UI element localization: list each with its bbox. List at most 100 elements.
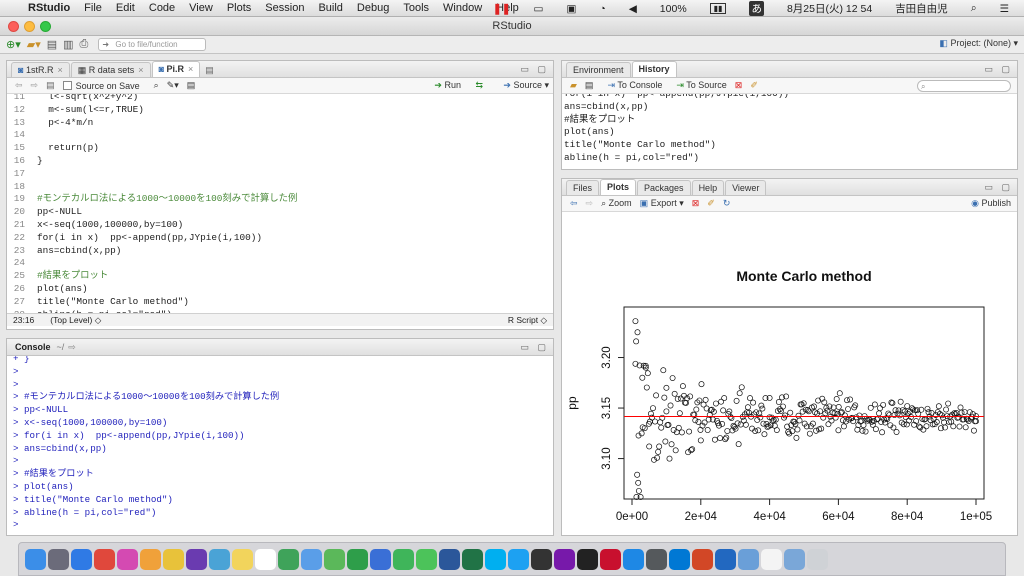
code-line[interactable]: 25 #結果をプロット [7,270,553,283]
word-icon[interactable] [439,548,460,570]
outlook-icon[interactable] [669,548,690,570]
itunes-icon[interactable] [117,548,138,570]
source-button[interactable]: ➔ Source ▾ [503,80,549,91]
rstudio-icon[interactable] [738,548,759,570]
compile-report-icon[interactable]: ▤ [187,80,196,91]
prev-plot-icon[interactable]: ⇦ [570,198,578,209]
notes-icon[interactable] [232,548,253,570]
code-line[interactable]: 16} [7,155,553,168]
history-entry[interactable]: ans=cbind(x,pp) [564,101,1017,114]
code-line[interactable]: 26 plot(ans) [7,283,553,296]
menu-plots[interactable]: Plots [227,2,251,14]
close-window-button[interactable] [8,21,19,32]
preview-icon[interactable] [209,548,230,570]
code-line[interactable]: 17 [7,168,553,181]
save-history-icon[interactable]: ▤ [585,80,594,91]
tab-packages[interactable]: Packages [637,180,691,195]
clear-history-icon[interactable]: ✐ [750,80,758,91]
history-list[interactable]: for(i in x) pp<-append(pp,JYpie(i,100))a… [562,88,1017,165]
menu-window[interactable]: Window [443,2,482,14]
twitter-icon[interactable] [508,548,529,570]
tab-environment[interactable]: Environment [566,62,631,77]
pane-window-controls[interactable]: ▭ ▢ [984,64,1013,75]
reader-icon[interactable] [600,548,621,570]
menu-tools[interactable]: Tools [403,2,429,14]
remove-plot-icon[interactable]: ⊠ [692,198,700,209]
code-line[interactable]: 14 [7,129,553,142]
tab-files[interactable]: Files [566,180,600,195]
calendar-icon[interactable] [255,548,276,570]
powerpoint-icon[interactable] [692,548,713,570]
tab-help[interactable]: Help [691,180,725,195]
search-icon[interactable]: ⌕ [154,80,159,91]
user-name[interactable]: 吉田自由児 [895,1,948,16]
volume-icon[interactable]: ◀ [629,3,637,15]
tab-1str[interactable]: ◙ 1stR.R × [11,62,70,77]
menu-session[interactable]: Session [265,2,304,14]
mail-icon[interactable] [301,548,322,570]
close-tab-icon[interactable]: × [188,64,193,74]
menu-file[interactable]: File [84,2,102,14]
maps-icon[interactable] [324,548,345,570]
pane-window-controls[interactable]: ▭ ▢ [984,182,1013,193]
app-store-icon[interactable] [623,548,644,570]
chrome-icon[interactable] [94,548,115,570]
screen-icon[interactable]: ▣ [566,3,576,15]
pane-window-controls[interactable]: ▭ ▢ [520,342,549,353]
scope-selector[interactable]: (Top Level) ◇ [50,315,101,326]
code-line[interactable]: 24 [7,257,553,270]
excel-icon[interactable] [462,548,483,570]
filetype-selector[interactable]: R Script ◇ [508,315,547,326]
terminal-icon[interactable] [577,548,598,570]
goto-file-input[interactable]: ➜ Go to file/function [98,38,207,51]
evernote-icon[interactable] [278,548,299,570]
to-console-button[interactable]: ⇥ To Console [607,80,662,91]
books-icon[interactable] [140,548,161,570]
r-icon[interactable] [715,548,736,570]
trash-icon[interactable] [807,548,828,570]
code-line[interactable]: 12 m<-sum(l<=r,TRUE) [7,104,553,117]
spotlight-icon[interactable]: ⌕ [971,2,977,15]
goto-dir-icon[interactable]: ⇨ [68,342,76,353]
menu-code[interactable]: Code [149,2,175,14]
tab-viewer[interactable]: Viewer [725,180,767,195]
export-button[interactable]: ▣ Export ▾ [640,198,684,209]
photos-icon[interactable] [163,548,184,570]
notification-icon[interactable]: ☰ [1000,3,1009,15]
skype-icon[interactable] [485,548,506,570]
tab-r-datasets[interactable]: ▦ R data sets × [70,62,151,77]
code-line[interactable]: 13 p<-4*m/n [7,117,553,130]
keynote-icon[interactable] [370,548,391,570]
document-icon[interactable] [761,548,782,570]
save-all-icon[interactable]: ▥ [63,38,73,51]
code-line[interactable]: 23 ans=cbind(x,pp) [7,245,553,258]
onenote-icon[interactable] [554,548,575,570]
menu-view[interactable]: View [189,2,213,14]
finder-icon[interactable] [25,548,46,570]
facetime-icon[interactable] [393,548,414,570]
tab-list-icon[interactable]: ▤ [205,63,214,77]
project-menu[interactable]: ◧ Project: (None) ▾ [939,38,1018,49]
close-tab-icon[interactable]: × [138,65,143,75]
folder-icon[interactable] [784,548,805,570]
remove-entry-icon[interactable]: ⊠ [735,80,743,91]
load-history-icon[interactable]: ▰ [570,80,577,91]
history-entry[interactable]: #結果をプロット [564,114,1017,127]
run-button[interactable]: ➔ Run [434,80,461,91]
save-icon[interactable]: ▤ [47,38,57,51]
code-line[interactable]: 15 return(p) [7,142,553,155]
close-tab-icon[interactable]: × [57,65,62,75]
print-icon[interactable]: ⎙ [80,38,89,51]
refresh-icon[interactable]: ↻ [723,198,731,209]
launchpad-icon[interactable] [48,548,69,570]
zoom-button[interactable]: ⌕ Zoom [601,198,632,209]
airplay-icon[interactable]: ▭ [534,3,544,15]
code-line[interactable]: 22 for(i in x) pp<-append(pp,JYpie(i,100)… [7,232,553,245]
to-source-button[interactable]: ⇥ To Source [676,80,726,91]
code-line[interactable]: 20 pp<-NULL [7,206,553,219]
tab-pi[interactable]: ◙ Pi.R × [151,61,201,77]
history-entry[interactable]: abline(h = pi,col="red") [564,152,1017,165]
history-search-input[interactable]: ⌕ [917,80,1011,92]
tab-plots[interactable]: Plots [600,179,637,195]
menu-app-name[interactable]: RStudio [28,2,70,14]
